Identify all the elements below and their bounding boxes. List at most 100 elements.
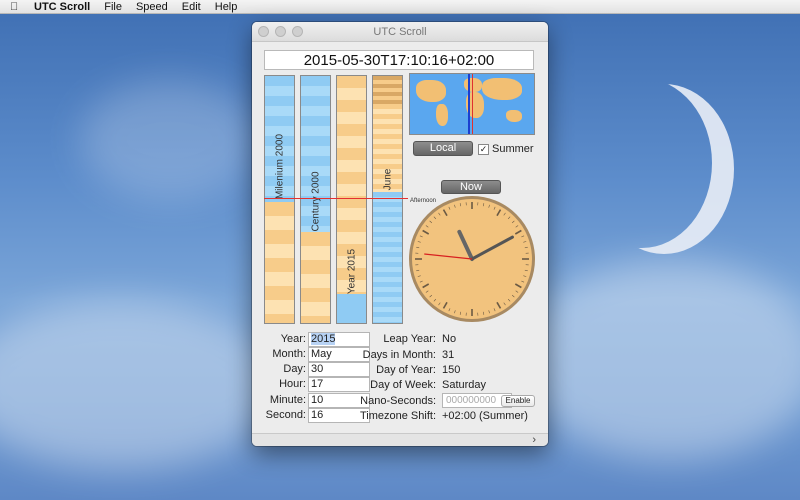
month-scroll-column[interactable]: June bbox=[372, 75, 403, 324]
menu-edit[interactable]: Edit bbox=[182, 1, 201, 13]
now-button[interactable]: Now bbox=[441, 180, 501, 194]
clock-minute-tick bbox=[524, 246, 528, 249]
clock-minute-tick bbox=[523, 275, 527, 277]
clock-minute-tick bbox=[521, 280, 525, 283]
clock-minute-tick bbox=[511, 220, 515, 224]
clock-minute-tick bbox=[433, 298, 437, 302]
clock-hour-tick bbox=[422, 229, 430, 235]
close-window-button[interactable] bbox=[258, 26, 269, 37]
clock-minute-tick bbox=[503, 302, 506, 306]
cloud bbox=[0, 300, 280, 470]
day-of-week-value: Saturday bbox=[442, 379, 487, 391]
clock-minute-tick bbox=[416, 246, 420, 249]
clock-minute-tick bbox=[448, 206, 451, 210]
leap-year-label: Leap Year: bbox=[383, 333, 436, 345]
menu-app-name[interactable]: UTC Scroll bbox=[34, 1, 90, 13]
clock-minute-tick bbox=[438, 212, 441, 216]
australia-shape bbox=[506, 110, 522, 122]
day-label-text: Day: bbox=[283, 363, 306, 375]
clock-minute-tick bbox=[507, 216, 511, 220]
days-in-month-label: Days in Month: bbox=[362, 349, 436, 361]
local-button[interactable]: Local bbox=[413, 141, 473, 156]
clock-minute-tick bbox=[429, 294, 433, 298]
clock-minute-tick bbox=[448, 308, 451, 312]
timezone-line bbox=[472, 74, 473, 134]
checkmark-icon[interactable]: ✓ bbox=[478, 143, 489, 155]
clock-minute-tick bbox=[524, 269, 528, 272]
apple-icon[interactable]:  bbox=[10, 1, 28, 13]
millenium-scroll-column[interactable]: Milenium 2000 bbox=[264, 75, 295, 324]
month-label-text: Month: bbox=[272, 348, 306, 360]
century-scroll-column[interactable]: Century 2000 bbox=[300, 75, 331, 324]
clock-minute-tick bbox=[488, 310, 490, 314]
clock-minute-tick bbox=[454, 204, 456, 208]
cloud bbox=[520, 260, 800, 460]
asia-shape bbox=[482, 78, 522, 100]
menu-speed[interactable]: Speed bbox=[136, 1, 168, 13]
window-title: UTC Scroll bbox=[373, 26, 427, 38]
north-america-shape bbox=[416, 80, 446, 102]
year-label: Year 2015 bbox=[346, 248, 357, 295]
minimize-window-button[interactable] bbox=[275, 26, 286, 37]
clock-hour-tick bbox=[422, 283, 430, 289]
clock-minute-tick bbox=[429, 220, 433, 224]
zoom-window-button[interactable] bbox=[292, 26, 303, 37]
clock-minute-tick bbox=[459, 203, 462, 207]
datetime-display: 2015-05-30T17:10:16+02:00 bbox=[264, 50, 534, 70]
south-america-shape bbox=[436, 104, 448, 126]
menu-help[interactable]: Help bbox=[215, 1, 238, 13]
world-map[interactable] bbox=[409, 73, 535, 135]
current-time-line bbox=[264, 198, 408, 199]
hour-label-text: Hour: bbox=[279, 378, 306, 390]
century-label: Century 2000 bbox=[310, 171, 321, 232]
clock-minute-tick bbox=[482, 311, 485, 315]
clock-minute-tick bbox=[425, 290, 429, 293]
clock-minute-tick bbox=[521, 235, 525, 238]
app-window: UTC Scroll 2015-05-30T17:10:16+02:00 Mil… bbox=[252, 22, 548, 446]
clock-minute-tick bbox=[454, 310, 456, 314]
moon-image bbox=[572, 78, 712, 248]
hour-hand bbox=[457, 229, 474, 261]
month-label: June bbox=[382, 168, 393, 191]
clock-minute-tick bbox=[511, 294, 515, 298]
menu-bar:  UTC Scroll File Speed Edit Help bbox=[0, 0, 800, 14]
clock-minute-tick bbox=[488, 204, 490, 208]
title-bar[interactable]: UTC Scroll bbox=[252, 22, 548, 42]
timezone-shift-label: Timezone Shift: bbox=[359, 410, 436, 422]
second-label-text: Second: bbox=[265, 409, 306, 421]
clock-minute-tick bbox=[493, 206, 496, 210]
clock-minute-tick bbox=[482, 203, 485, 207]
menu-file[interactable]: File bbox=[104, 1, 122, 13]
window-controls bbox=[258, 26, 303, 37]
clock-minute-tick bbox=[493, 308, 496, 312]
timezone-shift-value: +02:00 (Summer) bbox=[442, 410, 528, 422]
second-hand bbox=[424, 253, 473, 260]
clock-minute-tick bbox=[419, 235, 423, 238]
year-scroll-column[interactable]: Year 2015 bbox=[336, 75, 367, 324]
minute-hand bbox=[470, 235, 514, 261]
clock-minute-tick bbox=[438, 302, 441, 306]
year-label-text: Year: bbox=[280, 333, 306, 345]
clock-minute-tick bbox=[419, 280, 423, 283]
bottom-bar: › bbox=[252, 433, 548, 446]
year-value: 2015 bbox=[311, 333, 336, 345]
day-of-week-label: Day of Week: bbox=[370, 379, 436, 391]
clock-minute-tick bbox=[433, 216, 437, 220]
millenium-label: Milenium 2000 bbox=[274, 133, 285, 200]
europe-shape bbox=[464, 78, 482, 92]
chevron-right-icon[interactable]: › bbox=[532, 434, 536, 446]
clock-hour-tick bbox=[514, 283, 522, 289]
nano-seconds-label: Nano-Seconds: bbox=[360, 395, 436, 407]
summer-checkbox[interactable]: ✓ Summer bbox=[478, 143, 534, 155]
clock-minute-tick bbox=[416, 269, 420, 272]
days-in-month-value: 31 bbox=[442, 349, 455, 361]
clock-minute-tick bbox=[515, 225, 519, 228]
analog-clock bbox=[409, 196, 535, 322]
clock-minute-tick bbox=[507, 298, 511, 302]
clock-hour-tick bbox=[442, 209, 448, 217]
enable-button[interactable]: Enable bbox=[501, 395, 535, 407]
clock-minute-tick bbox=[459, 311, 462, 315]
summer-label: Summer bbox=[492, 143, 534, 155]
clock-face bbox=[415, 202, 529, 316]
day-of-year-label: Day of Year: bbox=[376, 364, 436, 376]
